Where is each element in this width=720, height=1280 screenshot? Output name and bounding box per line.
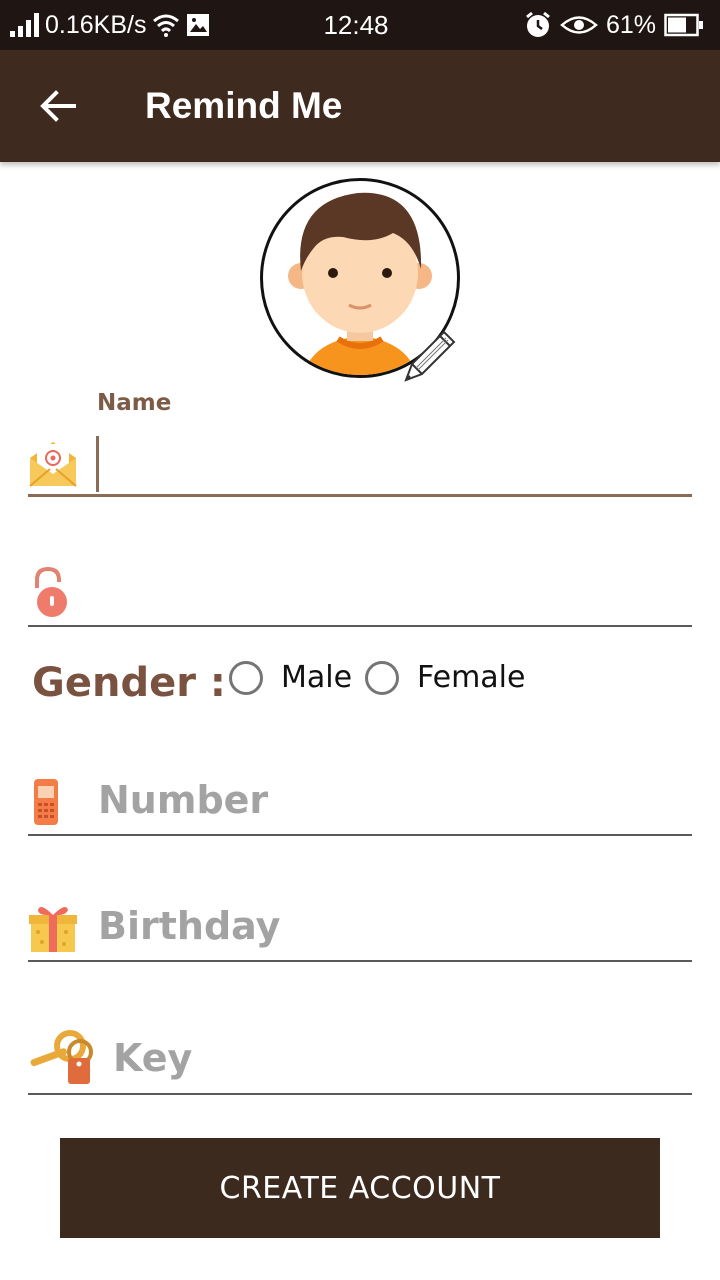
key-input[interactable]: Key [113, 1036, 192, 1080]
key-underline [28, 1093, 692, 1095]
arrow-left-icon [40, 90, 76, 122]
gender-male-label[interactable]: Male [281, 660, 352, 695]
alarm-icon [526, 11, 550, 37]
name-field[interactable] [28, 430, 692, 500]
password-field[interactable] [28, 560, 692, 630]
gender-female-label[interactable]: Female [417, 660, 525, 695]
gender-female-radio[interactable] [365, 661, 399, 695]
number-underline [28, 834, 692, 836]
name-label: Name [97, 390, 172, 416]
page-title: Remind Me [145, 85, 343, 126]
battery-percent: 61% [605, 10, 656, 39]
status-bar: 0.16KB/s 12:48 61% [0, 0, 720, 50]
birthday-field[interactable]: Birthday [28, 896, 692, 966]
create-account-button[interactable]: CREATE ACCOUNT [60, 1138, 660, 1238]
number-field[interactable]: Number [28, 770, 692, 840]
gift-icon [29, 906, 77, 952]
gender-male-radio[interactable] [229, 661, 263, 695]
gender-label: Gender : [32, 660, 226, 706]
birthday-underline [28, 960, 692, 962]
number-input[interactable]: Number [98, 778, 268, 822]
key-tag-icon [30, 1030, 93, 1084]
edit-pencil-icon[interactable] [398, 326, 460, 388]
app-bar: Remind Me [0, 50, 720, 162]
name-input-caret [96, 436, 99, 492]
battery-icon [664, 13, 703, 37]
password-underline [28, 625, 692, 627]
name-underline [28, 494, 692, 497]
clock: 12:48 [323, 9, 389, 40]
profile-avatar[interactable] [260, 178, 460, 382]
padlock-icon [35, 566, 67, 617]
key-field[interactable]: Key [28, 1028, 692, 1098]
mobile-phone-icon [34, 779, 58, 825]
eye-icon [560, 16, 598, 34]
back-button[interactable] [30, 78, 86, 134]
birthday-input[interactable]: Birthday [98, 904, 280, 948]
email-envelope-icon [29, 442, 77, 487]
